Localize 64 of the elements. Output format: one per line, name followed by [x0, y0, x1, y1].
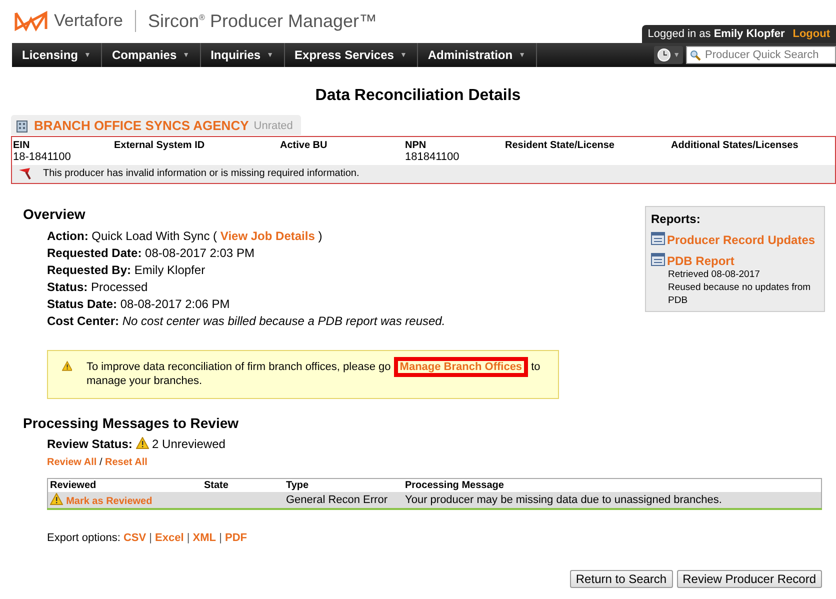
table-cell: General Recon Error [286, 494, 388, 506]
detail-line: Status: Processed [47, 278, 149, 296]
export-link[interactable]: PDF [225, 532, 247, 544]
report-note: Retrieved 08-08-2017 [668, 268, 761, 280]
table-cell-text: 181841100 [405, 150, 460, 162]
login-text: Logged in as Emily Klopfer [648, 28, 785, 40]
warning-icon [136, 436, 149, 448]
warning-message: This producer has invalid information or is missing required information. [43, 168, 360, 179]
manage-branch-offices-link[interactable]: Manage Branch Offices [394, 356, 528, 376]
table-cell-text: 18-1841100 [13, 150, 72, 162]
section-heading: Processing Messages to Review [23, 414, 240, 430]
detail-line: Status Date: 08-08-2017 2:06 PM [47, 296, 231, 312]
reset-all-link[interactable]: Reset All [105, 456, 148, 468]
column-header: Active BU [280, 140, 328, 150]
brand-name: Vertafore [54, 11, 123, 31]
review-status-value: 2 Unreviewed [152, 436, 226, 450]
logo-icon [14, 10, 48, 32]
building-icon [15, 118, 29, 132]
report-link[interactable]: Producer Record Updates [667, 232, 816, 246]
document-icon [651, 252, 665, 266]
page-title: Data Reconciliation Details [315, 87, 521, 104]
action-button[interactable]: Review Producer Record [676, 570, 822, 588]
search-icon [690, 50, 701, 61]
reports-heading: Reports: [651, 212, 702, 226]
section-heading: Overview [23, 206, 86, 222]
column-header: NPN [405, 140, 428, 150]
export-link[interactable]: CSV [123, 532, 146, 544]
report-note: Reused because no updates from PDB [668, 280, 812, 306]
detail-line: Action: Quick Load With Sync ( View Job Details ) [47, 228, 324, 244]
detail-line: Requested By: Emily Klopfer [47, 262, 206, 278]
warning-icon [62, 360, 72, 372]
column-header: Reviewed [48, 478, 202, 492]
column-header: External System ID [114, 140, 206, 150]
link-separator: | [219, 532, 222, 544]
column-header: Type [284, 478, 403, 492]
warning-icon [50, 492, 63, 504]
search-field[interactable]: Producer Quick Search [686, 46, 836, 64]
review-all-link[interactable]: Review All [47, 456, 97, 468]
table-cell: Your producer may be missing data due to unassigned branches. [405, 494, 722, 506]
rating-label: Unrated [254, 120, 293, 132]
review-status-label: Review Status: [47, 436, 132, 450]
export-link[interactable]: XML [192, 532, 216, 544]
link-separator: | [186, 532, 190, 544]
column-header: Resident State/License [505, 140, 616, 150]
document-icon [651, 232, 665, 244]
notice-text: To improve data reconciliation of firm branch offices, please go Manage Branch Offices to manage your branches. [86, 360, 546, 388]
column-header: EIN [13, 140, 31, 150]
report-link[interactable]: PDB Report [667, 254, 734, 268]
logout-link[interactable]: Logout [792, 28, 830, 40]
view-job-details-link[interactable]: View Job Details [220, 228, 315, 242]
flag-icon [18, 168, 33, 180]
clock-icon [657, 48, 672, 62]
export-link[interactable]: Excel [155, 532, 184, 544]
product-name: Sircon$^{®}$ Producer Manager™ [148, 10, 378, 32]
producer-name: BRANCH OFFICE SYNCS AGENCY [34, 118, 249, 133]
column-header: State [202, 478, 284, 492]
link-separator: / [99, 456, 102, 468]
detail-line: Requested Date: 08-08-2017 2:03 PM [47, 244, 256, 262]
column-header: Processing Message [403, 478, 822, 492]
export-label: Export options: [47, 532, 120, 544]
action-button[interactable]: Return to Search [570, 570, 673, 588]
detail-line: Cost Center: No cost center was billed because a PDB report was reused. [47, 312, 446, 330]
link-separator: | [149, 532, 152, 544]
column-header: Additional States/Licenses [671, 140, 800, 150]
